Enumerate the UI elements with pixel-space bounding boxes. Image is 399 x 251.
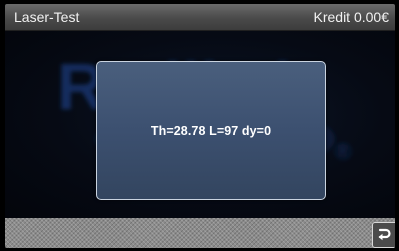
back-button[interactable] (372, 222, 395, 248)
title-bar: Laser-Test Kredit 0.00€ (5, 4, 395, 31)
measurement-readout: Th=28.78 L=97 dy=0 (150, 124, 272, 138)
measurement-dialog: Th=28.78 L=97 dy=0 (96, 61, 326, 200)
return-arrow-icon (378, 228, 391, 241)
content-area: Radikal ® Th=28.78 L=97 dy=0 (5, 31, 395, 218)
screen-title: Laser-Test (14, 9, 80, 25)
bottom-bar (5, 218, 395, 248)
device-screen: Laser-Test Kredit 0.00€ Radikal ® Th=28.… (5, 4, 395, 248)
credit-display: Kredit 0.00€ (313, 9, 390, 25)
registered-mark: ® (335, 139, 351, 164)
